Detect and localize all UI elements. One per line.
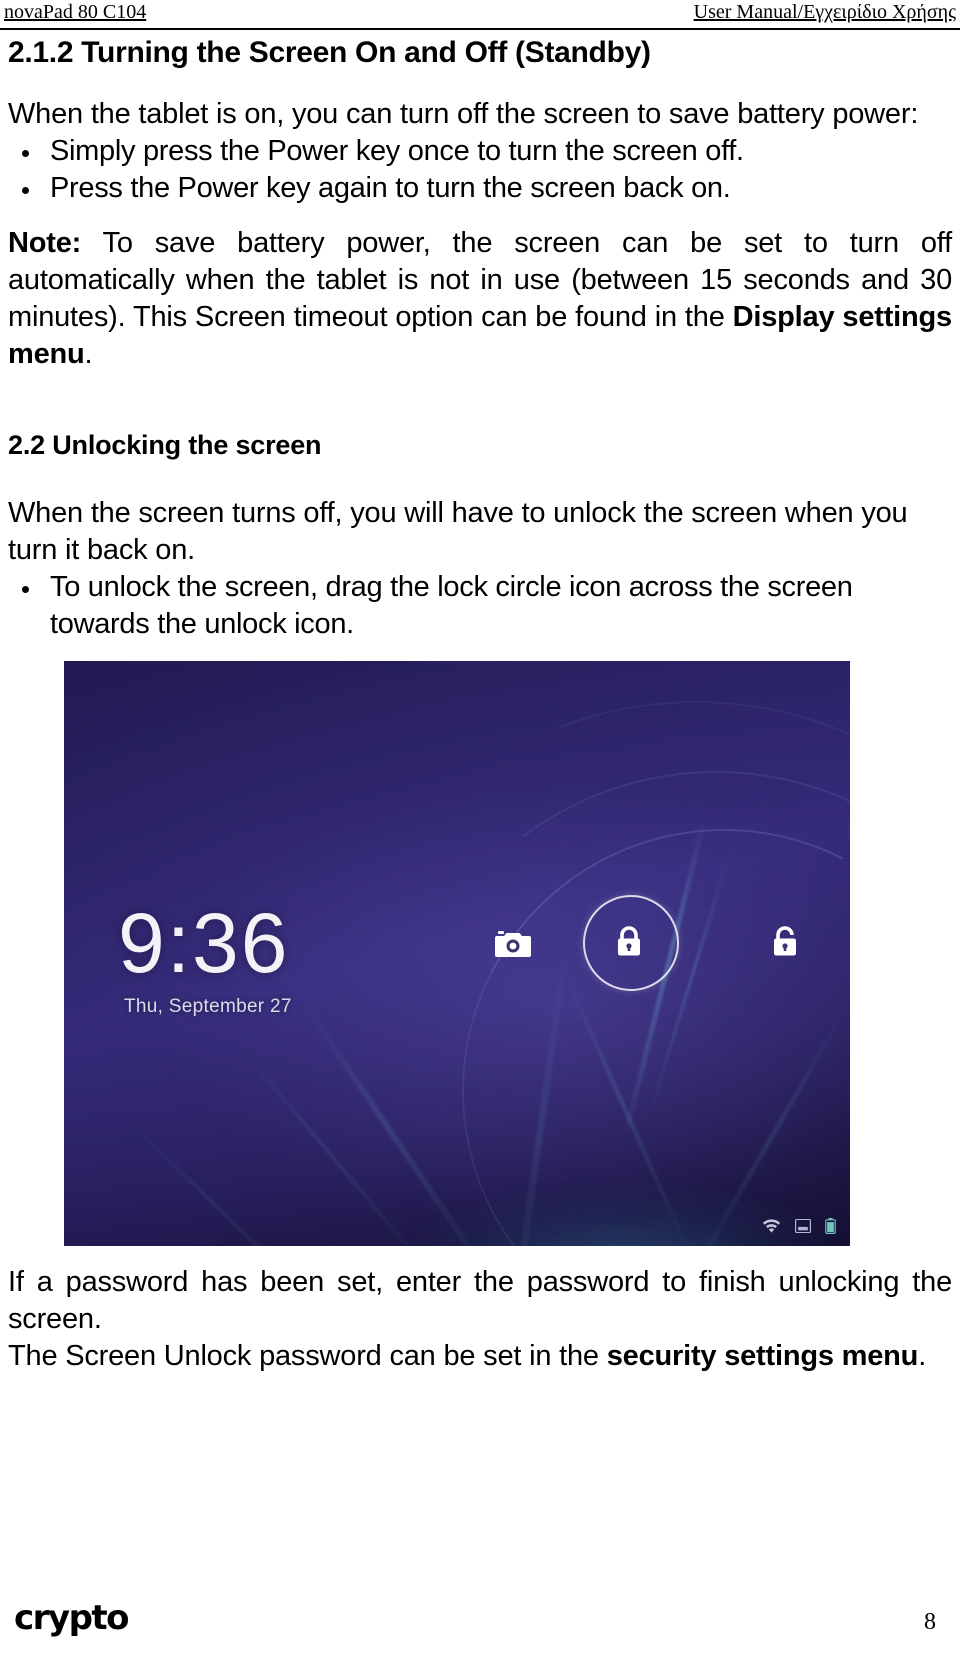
battery-icon (825, 1218, 836, 1234)
paragraph-note-screen-timeout: Note: To save battery power, the screen … (8, 225, 952, 373)
wallpaper-streak-decoration (681, 1001, 850, 1246)
lock-screen-status-bar (762, 1218, 836, 1234)
paragraph-screen-on-off-intro: When the tablet is on, you can turn off … (8, 98, 919, 130)
heading-2-1-2: 2.1.2 Turning the Screen On and Off (Sta… (8, 36, 651, 69)
wifi-icon (762, 1219, 781, 1233)
paragraph-password-note: If a password has been set, enter the pa… (8, 1266, 952, 1335)
wallpaper-streak-decoration (293, 990, 501, 1246)
wallpaper-glow-decoration (394, 1181, 850, 1246)
list-item: To unlock the screen, drag the lock circ… (8, 569, 952, 643)
list-item-label: Simply press the Power key once to turn … (50, 135, 744, 167)
security-text-part-1: The Screen Unlock password can be set in… (8, 1340, 607, 1372)
list-item-label: To unlock the screen, drag the lock circ… (50, 571, 853, 640)
wallpaper-streak-decoration (651, 856, 730, 1106)
lock-screen-clock: 9:36 (118, 896, 290, 990)
heading-2-2: 2.2 Unlocking the screen (8, 430, 322, 460)
lock-open-icon[interactable] (769, 923, 803, 959)
list-item: Simply press the Power key once to turn … (8, 133, 952, 170)
paragraph-security-settings: The Screen Unlock password can be set in… (8, 1338, 952, 1375)
lock-closed-icon[interactable] (611, 923, 647, 959)
bullet-list-power-key: Simply press the Power key once to turn … (8, 133, 952, 207)
wallpaper-streak-decoration (238, 1044, 434, 1246)
note-label: Note: (8, 227, 82, 259)
page-number: 8 (924, 1609, 936, 1635)
bullet-list-unlock: To unlock the screen, drag the lock circ… (8, 569, 952, 643)
bullet-dot-icon (22, 150, 29, 157)
bullet-dot-icon (22, 187, 29, 194)
bullet-dot-icon (22, 586, 29, 593)
signal-icon (795, 1219, 811, 1233)
brand-logo-crypto: crypto (14, 1598, 130, 1638)
note-text-part-2: . (84, 338, 93, 370)
header-manual-title: User Manual/Εγχειρίδιο Χρήσης (693, 1, 956, 23)
header-product-name: novaPad 80 C104 (4, 1, 147, 23)
camera-icon[interactable] (494, 929, 532, 959)
list-item: Press the Power key again to turn the sc… (8, 170, 952, 207)
document-footer: crypto 8 (0, 1601, 960, 1635)
wallpaper-streak-decoration (124, 1117, 308, 1246)
lock-screen-date: Thu, September 27 (124, 996, 292, 1017)
wallpaper-arc-decoration (393, 760, 850, 1246)
wallpaper-streak-decoration (563, 973, 689, 1246)
paragraph-unlock-intro: When the screen turns off, you will have… (8, 497, 908, 566)
document-page: novaPad 80 C104 User Manual/Εγχειρίδιο Χ… (0, 0, 960, 1661)
page-content: 2.1.2 Turning the Screen On and Off (Sta… (0, 30, 960, 1375)
list-item-label: Press the Power key again to turn the sc… (50, 172, 731, 204)
document-running-header: novaPad 80 C104 User Manual/Εγχειρίδιο Χ… (0, 0, 960, 30)
wallpaper-arc-decoration (352, 729, 850, 1246)
wallpaper-streak-decoration (504, 942, 571, 1246)
figure-lock-screen: 9:36 Thu, September 27 (8, 661, 952, 1246)
lock-screen-screenshot: 9:36 Thu, September 27 (64, 661, 850, 1246)
security-text-part-2: . (918, 1340, 927, 1372)
security-emphasis: security settings menu (606, 1340, 919, 1372)
